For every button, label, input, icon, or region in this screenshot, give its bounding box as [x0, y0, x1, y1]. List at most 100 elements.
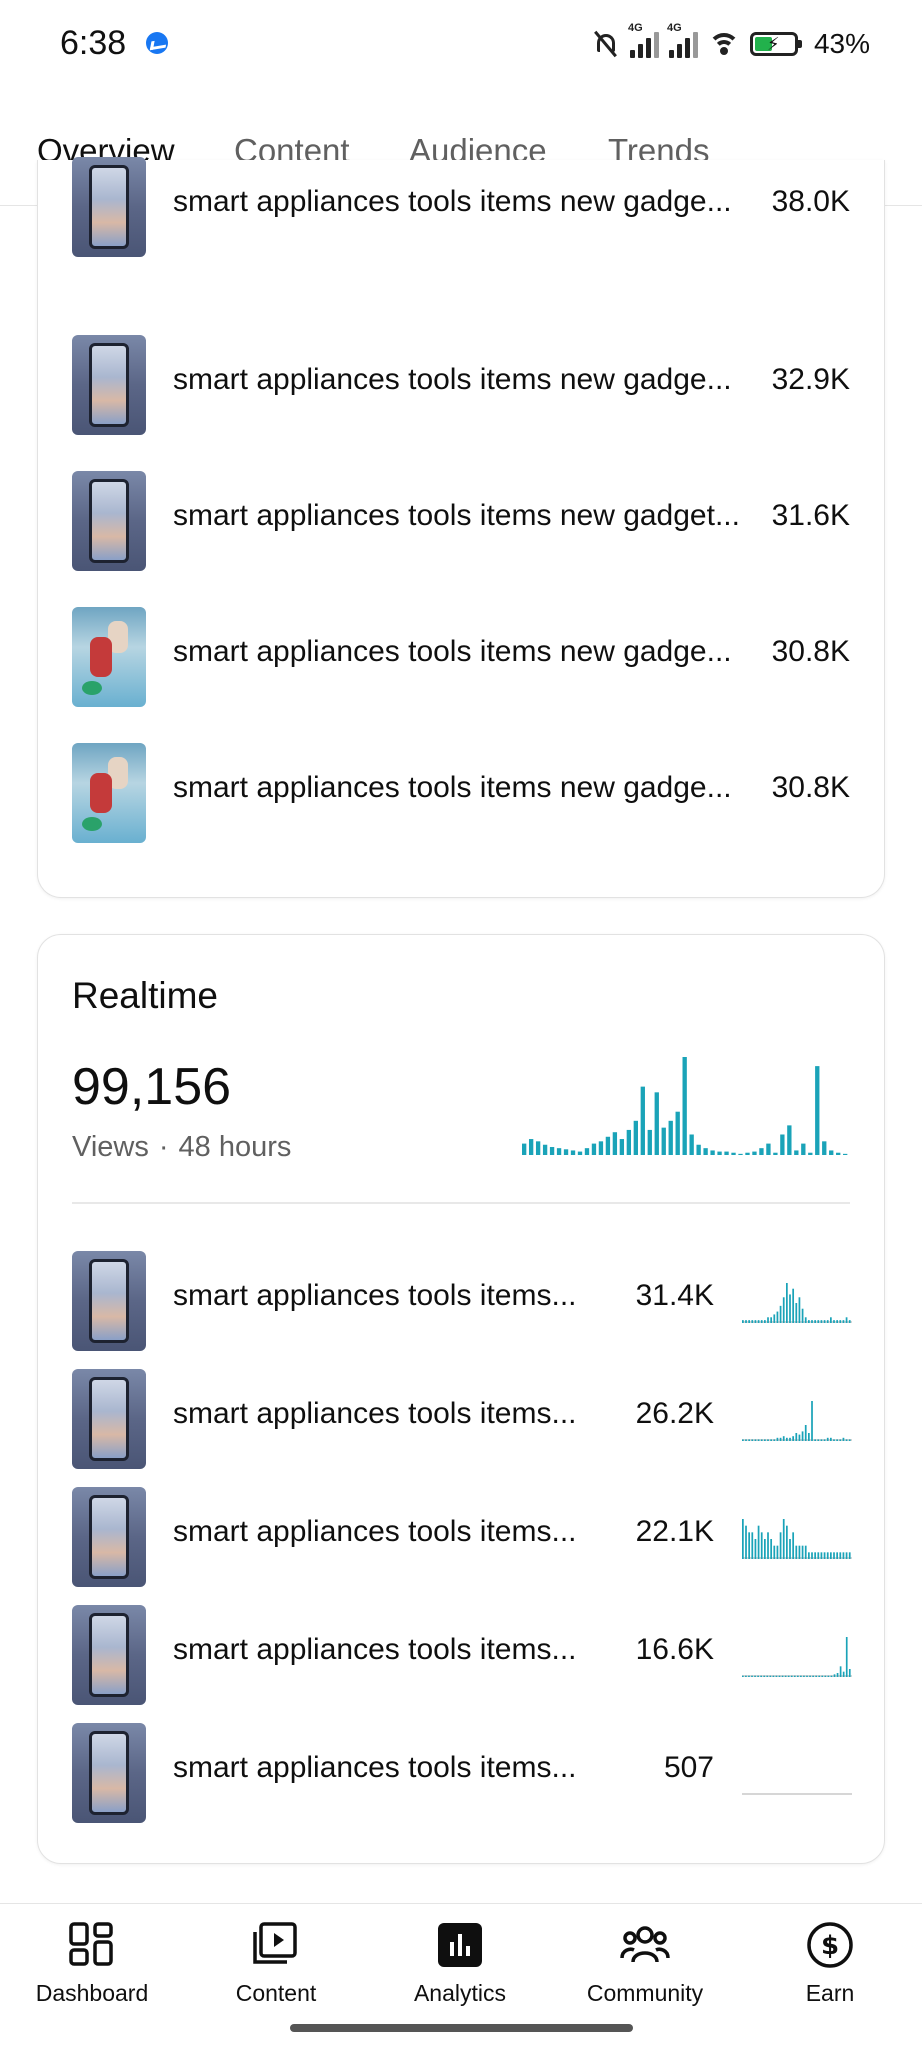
chart-bar — [751, 1320, 754, 1323]
chart-bar — [848, 1552, 851, 1559]
chart-bar — [748, 1320, 751, 1323]
chart-bar — [820, 1552, 823, 1559]
chart-bar — [845, 1317, 848, 1323]
chart-bar — [790, 1675, 793, 1677]
chart-bar — [710, 1150, 715, 1155]
list-item[interactable]: smart appliances tools items new gadge..… — [38, 157, 886, 257]
chart-bar — [752, 1151, 757, 1155]
chart-bar — [584, 1148, 590, 1155]
chart-bar — [661, 1127, 666, 1155]
chart-bar — [776, 1437, 779, 1441]
chart-bar — [757, 1525, 760, 1559]
chart-bar — [804, 1545, 807, 1559]
chart-bar — [820, 1320, 823, 1323]
list-item[interactable]: smart appliances tools items new gadge..… — [38, 607, 886, 707]
video-views: 31.6K — [771, 499, 850, 532]
chart-bar — [808, 1320, 810, 1323]
chart-bar — [845, 1439, 848, 1441]
chart-bar — [795, 1303, 798, 1323]
chart-bar — [738, 1153, 743, 1155]
chart-bar — [814, 1439, 817, 1441]
chart-bar — [842, 1552, 845, 1559]
chart-bar — [798, 1545, 801, 1559]
nav-label: Dashboard — [35, 1980, 149, 2006]
video-thumbnail — [72, 335, 146, 435]
video-title: smart appliances tools items new gadge..… — [173, 771, 732, 804]
nav-earn[interactable]: $ Earn — [738, 1904, 922, 2024]
chart-bar — [773, 1314, 776, 1323]
list-item[interactable]: smart appliances tools items... 16.6K — [38, 1605, 886, 1705]
messenger-icon — [146, 32, 168, 54]
chart-bar — [745, 1439, 747, 1441]
chart-bar — [742, 1675, 744, 1677]
chart-bar — [830, 1675, 833, 1677]
nav-community[interactable]: Community — [553, 1904, 737, 2024]
list-item[interactable]: smart appliances tools items new gadget.… — [38, 471, 886, 571]
chart-bar — [792, 1532, 795, 1559]
video-title: smart appliances tools items new gadget.… — [173, 499, 740, 532]
chart-bar — [745, 1320, 747, 1323]
list-item[interactable]: smart appliances tools items... 507 — [38, 1723, 886, 1823]
chart-bar — [779, 1532, 782, 1559]
chart-bar — [836, 1152, 841, 1155]
chart-bar — [751, 1532, 754, 1559]
chart-bar — [577, 1151, 583, 1155]
chart-bar — [782, 1436, 785, 1441]
chart-bar — [808, 1552, 810, 1559]
chart-bar — [801, 1431, 804, 1441]
analytics-icon — [438, 1923, 482, 1967]
nav-analytics[interactable]: Analytics — [368, 1904, 552, 2024]
nav-dashboard[interactable]: Dashboard — [0, 1904, 184, 2024]
list-item[interactable]: smart appliances tools items new gadge..… — [38, 335, 886, 435]
chart-bar — [848, 1669, 851, 1677]
chart-bar — [833, 1552, 835, 1559]
chart-bar — [821, 1675, 824, 1677]
realtime-bar-chart — [522, 1057, 848, 1155]
list-item[interactable]: smart appliances tools items new gadge..… — [38, 743, 886, 843]
chart-bar — [757, 1320, 760, 1323]
chart-bar — [775, 1675, 778, 1677]
status-bar: 6:38 4G 4G ⚡ 43% — [0, 0, 922, 90]
sparkline-chart — [742, 1637, 852, 1677]
chart-bar — [773, 1545, 776, 1559]
video-thumbnail — [72, 743, 146, 843]
nav-content[interactable]: Content — [184, 1904, 368, 2024]
chart-bar — [827, 1675, 830, 1677]
chart-bar — [675, 1111, 680, 1155]
chart-bar — [640, 1086, 645, 1155]
realtime-heading: Realtime — [72, 975, 218, 1016]
chart-bar — [798, 1297, 801, 1323]
chart-bar — [766, 1675, 769, 1677]
network-type-label: 4G — [666, 22, 682, 34]
video-title: smart appliances tools items new gadge..… — [173, 185, 732, 218]
chart-bar — [823, 1552, 826, 1559]
chart-bar — [801, 1308, 804, 1323]
video-title: smart appliances tools items... — [173, 1515, 577, 1548]
list-item[interactable]: smart appliances tools items... 31.4K — [38, 1251, 886, 1351]
chart-bar — [789, 1539, 791, 1559]
chart-bar — [778, 1675, 781, 1677]
chart-bar — [830, 1437, 832, 1441]
chart-bar — [842, 1437, 845, 1441]
chart-bar — [745, 1675, 747, 1677]
period-label: 48 hours — [178, 1131, 292, 1163]
list-item[interactable]: smart appliances tools items... 22.1K — [38, 1487, 886, 1587]
earn-icon: $ — [807, 1922, 853, 1968]
divider — [72, 1202, 850, 1204]
chart-bar — [787, 1125, 792, 1155]
realtime-views-count: 99,156 — [72, 1058, 232, 1116]
chart-bar — [842, 1320, 845, 1323]
chart-bar — [748, 1675, 750, 1677]
chart-bar — [845, 1637, 848, 1677]
chart-bar — [795, 1545, 798, 1559]
list-item[interactable]: smart appliances tools items... 26.2K — [38, 1369, 886, 1469]
video-views: 31.4K — [635, 1279, 714, 1312]
chart-bar — [800, 1675, 802, 1677]
chart-bar — [826, 1552, 829, 1559]
top-content-card: smart appliances tools items new gadge..… — [37, 157, 886, 898]
realtime-card[interactable]: Realtime 99,156 Views · 48 hours smart app… — [37, 934, 885, 1864]
video-views: 30.8K — [771, 771, 850, 804]
chart-bar — [814, 1320, 817, 1323]
video-title: smart appliances tools items... — [173, 1633, 577, 1666]
dashboard-icon — [69, 1922, 113, 1966]
